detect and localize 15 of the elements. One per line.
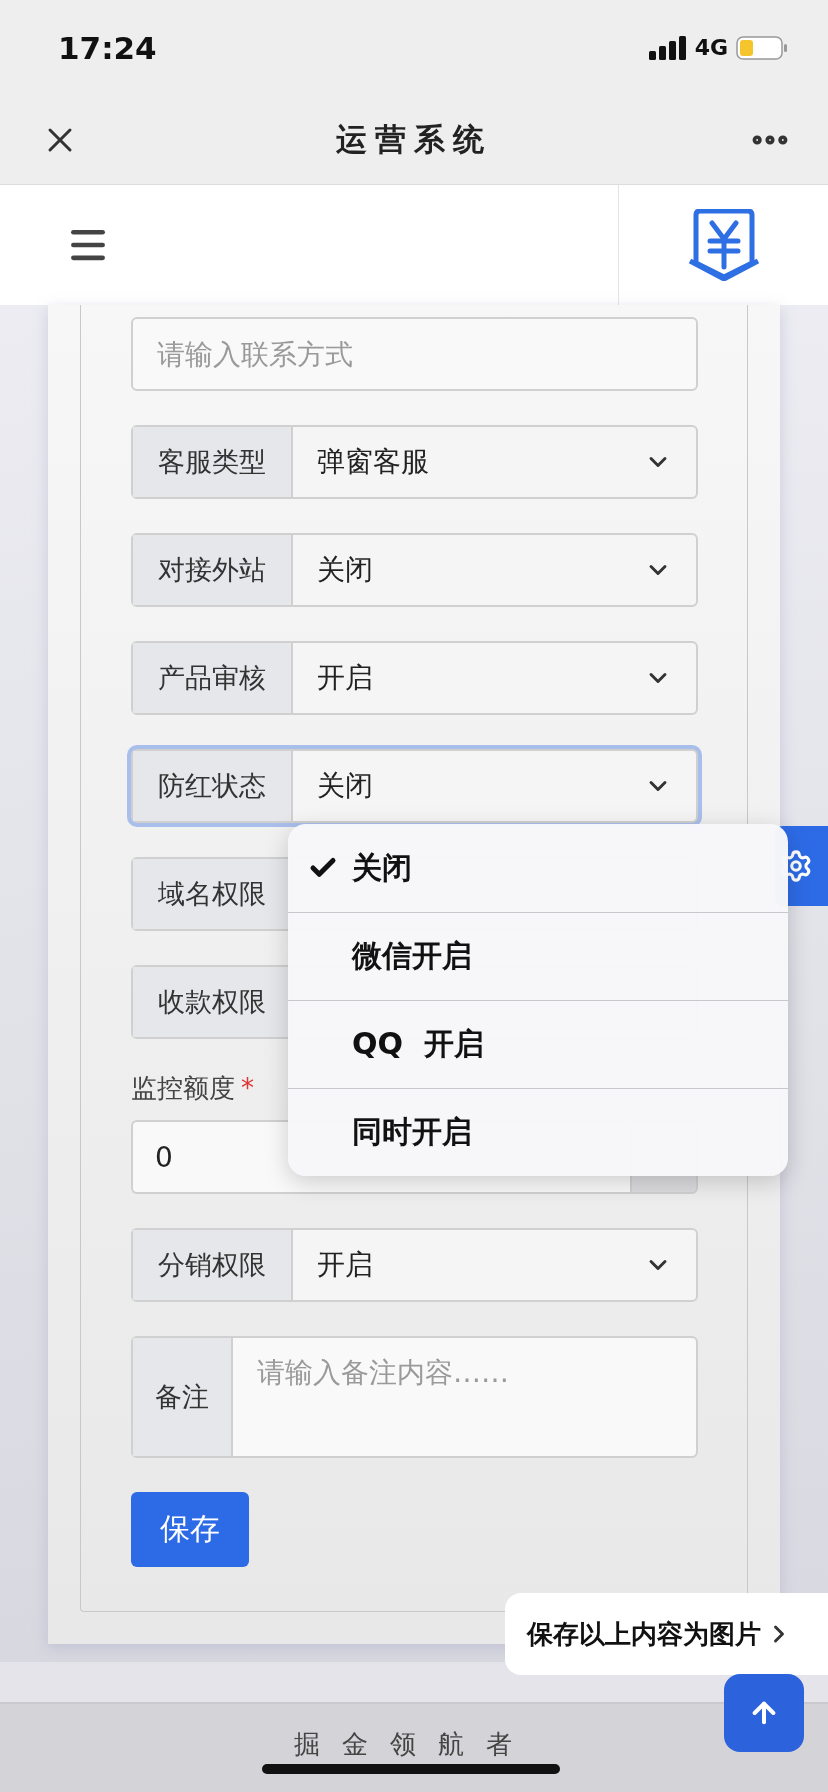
field-label: 分销权限 [133, 1230, 293, 1300]
footer-text: 掘金领航者 [294, 1730, 534, 1758]
network-label: 4G [694, 35, 728, 60]
select-value: 关闭 [317, 768, 373, 804]
select-value: 开启 [317, 660, 373, 696]
field-label: 客服类型 [133, 427, 293, 497]
page-title: 运营系统 [336, 119, 492, 159]
field-label: 产品审核 [133, 643, 293, 713]
field-label: 对接外站 [133, 535, 293, 605]
select-value: 开启 [317, 1247, 373, 1283]
field-label: 监控额度 * [131, 1072, 255, 1105]
select-value: 关闭 [317, 552, 373, 588]
select-value: 弹窗客服 [317, 444, 429, 480]
field-label: 防红状态 [133, 751, 293, 821]
status-time: 17:24 [58, 29, 157, 66]
